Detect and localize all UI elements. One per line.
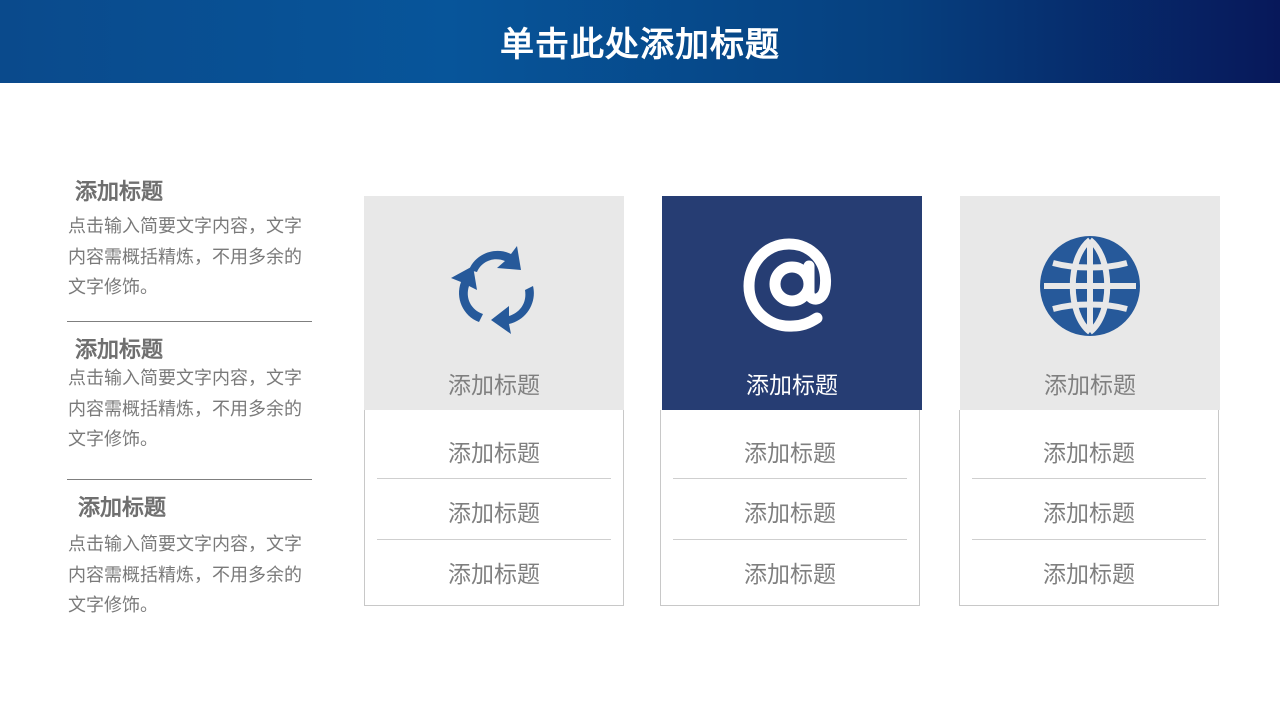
- card-3-header: 添加标题: [960, 196, 1220, 410]
- card-row[interactable]: 添加标题: [972, 494, 1206, 528]
- card-1-header: 添加标题: [364, 196, 624, 410]
- row-divider: [972, 478, 1206, 479]
- left-item-body[interactable]: 点击输入简要文字内容，文字内容需概括精炼，不用多余的文字修饰。: [68, 364, 313, 456]
- left-item-title[interactable]: 添加标题: [68, 338, 313, 364]
- card-row[interactable]: 添加标题: [972, 434, 1206, 468]
- card-row[interactable]: 添加标题: [673, 434, 907, 468]
- card-row[interactable]: 添加标题: [377, 494, 611, 528]
- recycle-arrows-icon: [439, 236, 549, 336]
- card-row[interactable]: 添加标题: [377, 555, 611, 589]
- left-item-title[interactable]: 添加标题: [68, 180, 313, 206]
- card-label[interactable]: 添加标题: [448, 366, 540, 400]
- left-item-2: 添加标题 点击输入简要文字内容，文字内容需概括精炼，不用多余的文字修饰。: [68, 338, 313, 456]
- card-2-list: 添加标题 添加标题 添加标题: [660, 410, 920, 606]
- card-row[interactable]: 添加标题: [377, 434, 611, 468]
- card-2-header: 添加标题: [662, 196, 922, 410]
- card-3-list: 添加标题 添加标题 添加标题: [959, 410, 1219, 606]
- slide-title[interactable]: 单击此处添加标题: [500, 17, 780, 66]
- card-1-list: 添加标题 添加标题 添加标题: [364, 410, 624, 606]
- title-bar: 单击此处添加标题: [0, 0, 1280, 83]
- card-row[interactable]: 添加标题: [673, 555, 907, 589]
- left-item-title[interactable]: 添加标题: [68, 496, 313, 522]
- at-sign-icon: [737, 236, 847, 336]
- left-item-body[interactable]: 点击输入简要文字内容，文字内容需概括精炼，不用多余的文字修饰。: [68, 530, 313, 622]
- card-label[interactable]: 添加标题: [746, 366, 838, 400]
- row-divider: [377, 478, 611, 479]
- card-row[interactable]: 添加标题: [972, 555, 1206, 589]
- left-item-body[interactable]: 点击输入简要文字内容，文字内容需概括精炼，不用多余的文字修饰。: [68, 212, 313, 304]
- card-label[interactable]: 添加标题: [1044, 366, 1136, 400]
- left-divider: [67, 321, 312, 322]
- globe-icon: [1035, 236, 1145, 336]
- left-item-1: 添加标题 点击输入简要文字内容，文字内容需概括精炼，不用多余的文字修饰。: [68, 180, 313, 304]
- row-divider: [972, 539, 1206, 540]
- card-row[interactable]: 添加标题: [673, 494, 907, 528]
- left-item-3: 添加标题 点击输入简要文字内容，文字内容需概括精炼，不用多余的文字修饰。: [68, 496, 313, 622]
- row-divider: [673, 478, 907, 479]
- left-divider: [67, 479, 312, 480]
- row-divider: [377, 539, 611, 540]
- row-divider: [673, 539, 907, 540]
